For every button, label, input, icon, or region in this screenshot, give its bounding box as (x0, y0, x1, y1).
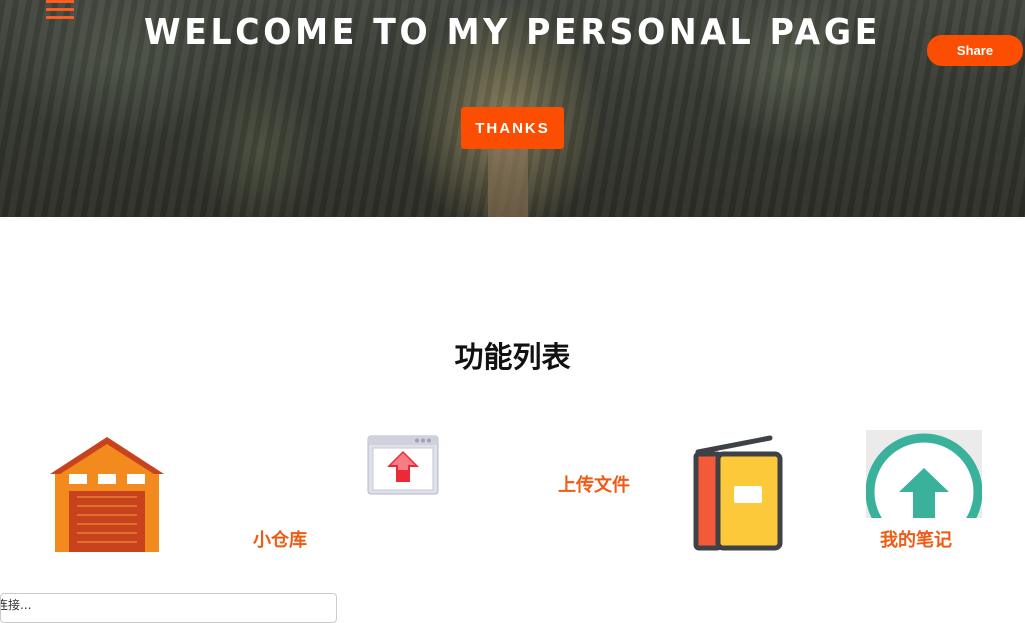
page-title: WELCOME TO MY PERSONAL PAGE (143, 12, 882, 53)
my-notes-link[interactable]: 我的笔记 (880, 526, 952, 552)
features-title: 功能列表 (454, 340, 571, 374)
share-button[interactable]: Share (927, 35, 1023, 66)
warehouse-icon[interactable] (47, 434, 167, 552)
upload-file-link[interactable]: 上传文件 (558, 471, 630, 497)
upload-window-icon[interactable] (367, 435, 439, 495)
status-input[interactable]: 连接... (0, 593, 337, 623)
upload-circle-icon[interactable] (866, 430, 982, 518)
status-text: 连接... (1, 598, 32, 612)
hero-banner: WELCOME TO MY PERSONAL PAGE Share THANKS (0, 0, 1025, 217)
notebook-icon[interactable] (692, 434, 784, 552)
thanks-button[interactable]: THANKS (461, 107, 564, 149)
warehouse-link[interactable]: 小仓库 (253, 526, 307, 552)
